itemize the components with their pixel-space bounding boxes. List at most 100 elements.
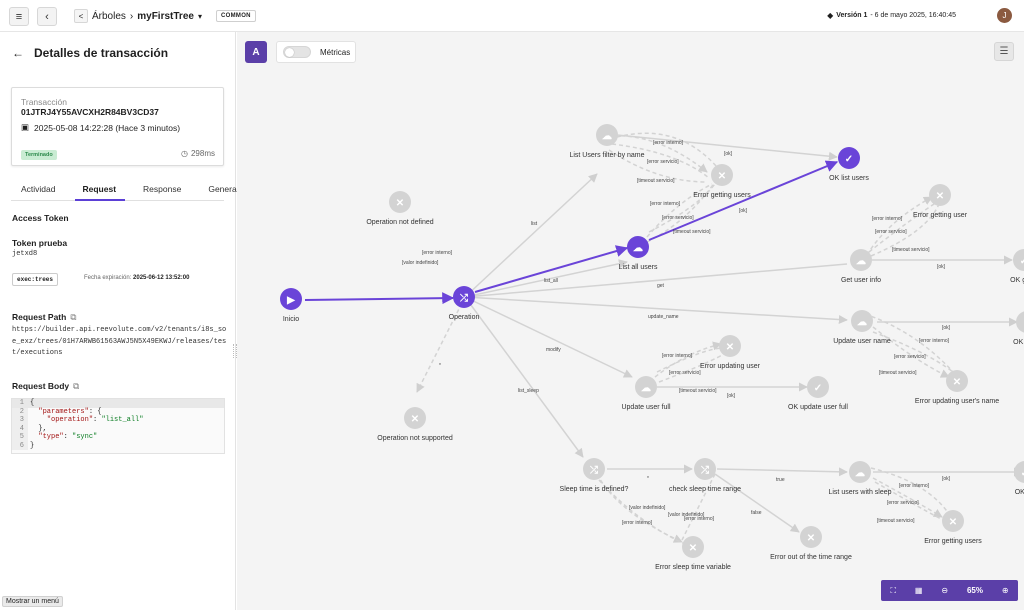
code-line: 6}	[12, 441, 224, 450]
copy-icon[interactable]: ⧉	[73, 381, 79, 392]
node-label: OK upda	[1013, 339, 1024, 346]
check-icon-glyph: ✓	[1020, 256, 1024, 267]
node-label: Update user name	[833, 338, 891, 345]
request-body-heading: Request Body	[12, 381, 70, 391]
node-label: Error getting users	[924, 538, 982, 545]
graph-node[interactable]: ✕ Error out of the time range	[770, 526, 852, 561]
node-label: Operation	[449, 314, 480, 321]
breadcrumb-root[interactable]: Árboles	[92, 11, 126, 22]
graph-node[interactable]: ✕ Operation not supported	[377, 407, 453, 442]
code-line: 5 "type": "sync"	[12, 433, 224, 442]
edge-label: [timeout servicio]	[877, 518, 915, 524]
edge-label: [valor indefinido]	[629, 505, 666, 511]
graph-node[interactable]: ☁ List users with sleep	[828, 461, 892, 496]
graph-node[interactable]: ✓ OK get u	[1010, 249, 1024, 284]
graph-node[interactable]: ✕ Operation not defined	[366, 191, 434, 226]
tab-actividad[interactable]: Actividad	[21, 181, 56, 200]
tree-name[interactable]: myFirstTree	[137, 11, 194, 22]
graph-node[interactable]: ☁ Get user info	[841, 249, 881, 284]
menu-icon: ≡	[15, 10, 23, 23]
graph-node[interactable]: ☁ List all users	[619, 236, 658, 271]
edge-label-list-all: list_all	[544, 278, 558, 284]
graph-node[interactable]: ⤮ Sleep time is defined?	[560, 458, 629, 493]
graph-node[interactable]: ✓ OK update user full	[788, 376, 848, 411]
edge-label: [error interno]	[422, 250, 453, 256]
expiry-value: 2025-06-12 13:52:00	[133, 275, 190, 281]
code-text: },	[30, 424, 47, 433]
flow-canvas[interactable]: A Métricas ☰ list list_all get update_na…	[237, 32, 1024, 610]
map-icon[interactable]: ▦	[915, 586, 923, 595]
graph-node[interactable]: ✓ OK list users	[829, 147, 869, 182]
menu-button[interactable]: ≡	[9, 7, 29, 26]
request-path-heading: Request Path	[12, 312, 67, 322]
graph-node[interactable]: ☁ List Users filter by name	[569, 124, 645, 159]
request-body-code[interactable]: 1{2 "parameters": {3 "operation": "list_…	[11, 398, 225, 454]
edge-label: [error interno]	[684, 516, 715, 522]
graph-node[interactable]: ✕ Error sleep time variable	[655, 536, 731, 571]
panel-tabs: Actividad Request Response General	[11, 181, 239, 201]
tab-response[interactable]: Response	[143, 181, 181, 200]
token-name: Token prueba	[12, 238, 68, 248]
graph-node[interactable]: ✕ Error updating user's name	[915, 370, 999, 405]
close-icon-glyph: ✕	[718, 171, 726, 182]
graph-node[interactable]: ✕ Error getting user	[913, 184, 968, 219]
graph-node[interactable]: ✕ Error updating user	[700, 335, 761, 370]
graph-node[interactable]: ☁ Update user full	[621, 376, 671, 411]
tab-request[interactable]: Request	[74, 181, 125, 201]
node-label: OK get u	[1010, 277, 1024, 284]
edge-label: [error servicio]	[662, 215, 694, 221]
expiry: Fecha expiración: 2025-06-12 13:52:00	[84, 275, 189, 281]
line-number: 6	[12, 441, 28, 450]
line-number: 4	[12, 424, 28, 433]
edge-label: [error servicio]	[894, 354, 926, 360]
duration-text: 298ms	[190, 149, 215, 158]
edge-label-modify: modify	[546, 347, 561, 353]
edge-label: [error servicio]	[887, 500, 919, 506]
edge-label: [timeout servicio]	[637, 178, 675, 184]
edge-label: [error interno]	[899, 483, 930, 489]
clock-icon: ◷	[181, 149, 188, 158]
code-line: 2 "parameters": {	[12, 407, 224, 416]
node-label: List users with sleep	[828, 489, 891, 496]
code-line: 1{	[12, 399, 224, 408]
edge-label: [error interno]	[650, 201, 681, 207]
check-icon-glyph: ✓	[814, 383, 822, 394]
edge-label-true: true	[776, 477, 785, 483]
avatar[interactable]: J	[997, 8, 1012, 23]
edge-label: [error servicio]	[669, 370, 701, 376]
edge-label-list: list	[531, 221, 538, 227]
code-text: "parameters": {	[38, 407, 102, 416]
graph-node[interactable]: ⤮ check sleep time range	[669, 458, 741, 493]
chevron-down-icon[interactable]: ▾	[198, 12, 202, 21]
zoom-out-icon[interactable]: ⊖	[941, 586, 948, 595]
fullscreen-icon[interactable]: ⛶	[890, 586, 896, 596]
panel-title: Detalles de transacción	[34, 46, 169, 60]
duration: ◷ 298ms	[181, 149, 215, 158]
tab-general[interactable]: General	[208, 181, 238, 200]
graph-node[interactable]: ✓OK upda	[1013, 311, 1024, 346]
request-path-section: Request Path ⧉	[12, 312, 76, 323]
zoom-in-icon[interactable]: ⊕	[1002, 586, 1009, 595]
request-path: https://builder.api.reevolute.com/v2/ten…	[12, 326, 227, 357]
breadcrumb-separator: ›	[129, 10, 134, 22]
edge-label: [timeout servicio]	[892, 247, 930, 253]
node-label: Sleep time is defined?	[560, 486, 629, 493]
arrow-left-icon[interactable]: ←	[12, 46, 24, 60]
edge-label: [ok]	[739, 208, 748, 214]
code-line: 4 },	[12, 424, 224, 433]
edge-label: [ok]	[724, 151, 733, 157]
edge-label: [error interno]	[622, 520, 653, 526]
code-text: "type": "sync"	[38, 433, 98, 441]
back-button[interactable]: ‹	[37, 7, 57, 26]
graph-node[interactable]: ☁ Update user name	[833, 310, 891, 345]
code-text: }	[30, 441, 35, 450]
version-info[interactable]: ◆ Versión 1 - 6 de mayo 2025, 16:40:45	[827, 11, 956, 20]
show-menu-button[interactable]: Mostrar un menú	[2, 596, 63, 607]
share-icon[interactable]: <	[74, 9, 88, 23]
node-label: Error out of the time range	[770, 554, 852, 561]
transaction-panel: ← Detalles de transacción Transacción 01…	[0, 32, 239, 610]
edge-label-star: *	[647, 476, 649, 482]
graph-node[interactable]: ✓OK list	[1014, 461, 1024, 496]
copy-icon[interactable]: ⧉	[70, 312, 76, 323]
graph-node[interactable]: ▶ Inicio	[280, 288, 302, 323]
